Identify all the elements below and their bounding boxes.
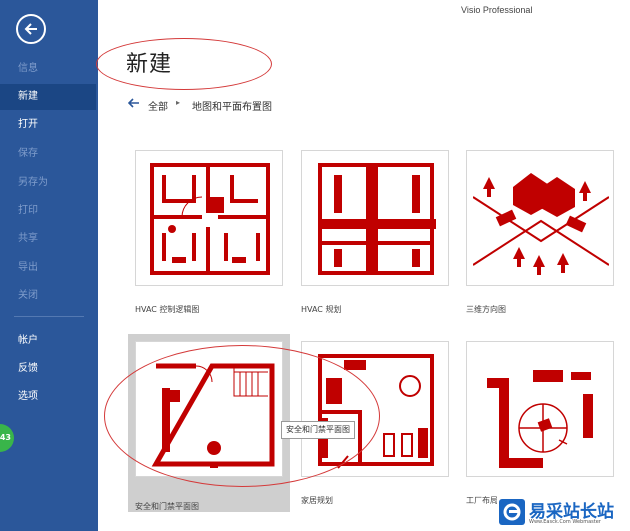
nav-export[interactable]: 导出	[0, 255, 98, 281]
app-name: Visio Professional	[461, 5, 533, 15]
tooltip: 安全和门禁平面图	[281, 421, 355, 439]
breadcrumb-all[interactable]: 全部	[148, 98, 168, 113]
nav-save[interactable]: 保存	[0, 141, 98, 167]
template-label: 工厂布局	[466, 496, 498, 505]
nav-share[interactable]: 共享	[0, 226, 98, 252]
arrow-left-icon	[24, 23, 37, 35]
template-thumbnail	[135, 150, 283, 286]
breadcrumb-category: 地图和平面布置图	[192, 102, 272, 113]
nav-save-as[interactable]: 另存为	[0, 170, 98, 196]
watermark: 易采站长站 Www.Easck.Com Webmaster	[497, 495, 630, 531]
template-thumbnail	[301, 150, 449, 286]
nav-options[interactable]: 选项	[0, 384, 98, 410]
breadcrumb-separator-icon: ▸	[176, 98, 181, 107]
factory-layout-icon	[487, 370, 593, 468]
nav-divider	[14, 316, 84, 317]
template-label: 安全和门禁平面图	[135, 502, 199, 511]
annotation-oval-title	[96, 38, 272, 90]
template-thumbnail	[466, 150, 614, 286]
template-label: 三维方向图	[466, 305, 506, 314]
hvac-control-icon	[150, 163, 270, 275]
3d-map-icon	[473, 173, 609, 275]
template-label: HVAC 控制逻辑图	[135, 305, 200, 314]
backstage-sidebar: 信息 新建 打开 保存 另存为 打印 共享 导出 关闭 帐户 反馈 选项	[0, 0, 98, 531]
nav-print[interactable]: 打印	[0, 198, 98, 224]
hvac-plan-icon	[318, 163, 436, 275]
template-label: HVAC 规划	[301, 305, 342, 314]
template-label: 家居规划	[301, 496, 333, 505]
watermark-logo-icon	[499, 499, 525, 525]
nav-info[interactable]: 信息	[0, 56, 98, 82]
nav-close[interactable]: 关闭	[0, 283, 98, 309]
template-thumbnail	[466, 341, 614, 477]
watermark-url: Www.Easck.Com Webmaster	[529, 519, 601, 525]
back-button[interactable]	[16, 14, 46, 44]
nav-new[interactable]: 新建	[0, 84, 96, 110]
breadcrumb-back-icon[interactable]	[127, 98, 140, 111]
nav-feedback[interactable]: 反馈	[0, 356, 98, 382]
nav-account[interactable]: 帐户	[0, 328, 98, 354]
annotation-oval-tile	[104, 345, 380, 487]
nav-open[interactable]: 打开	[0, 112, 98, 138]
